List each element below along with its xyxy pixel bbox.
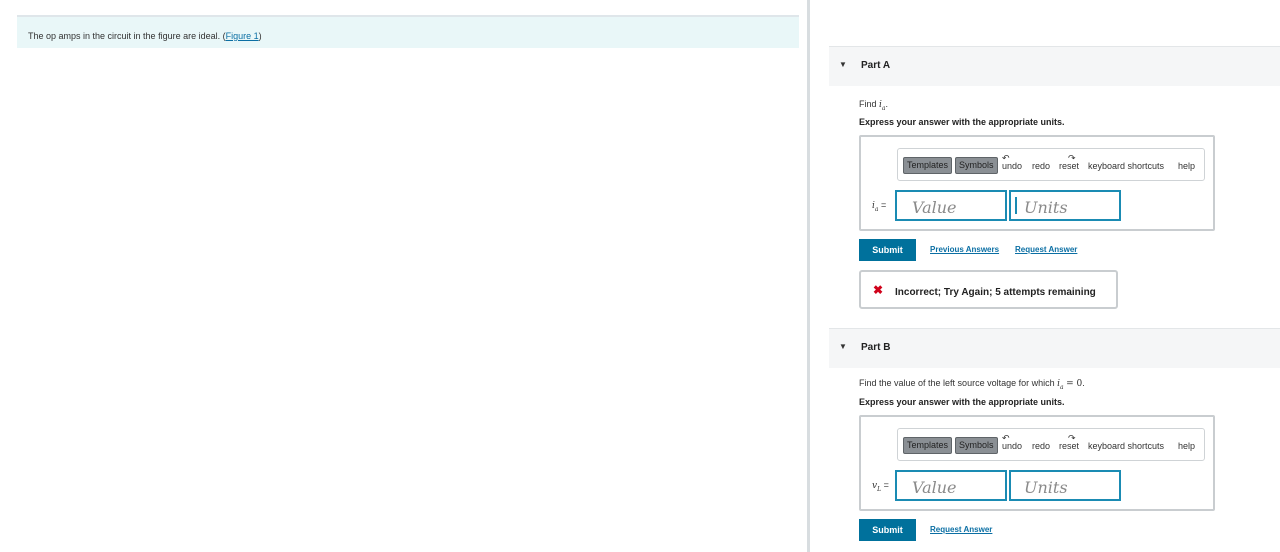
part-a-header[interactable]: ▼ Part A [829, 46, 1280, 86]
part-b-instruction: Express your answer with the appropriate… [859, 397, 1065, 407]
keyboard-shortcuts-button[interactable]: keyboard shortcuts [1088, 161, 1164, 171]
templates-button[interactable]: Templates [903, 437, 953, 454]
prompt-text: Find the value of the left source voltag… [859, 378, 1055, 388]
part-b-title: Part B [861, 342, 891, 353]
part-a-instruction: Express your answer with the appropriate… [859, 117, 1065, 127]
keyboard-shortcuts-button[interactable]: keyboard shortcuts [1088, 441, 1164, 451]
value-input[interactable] [895, 190, 1007, 221]
answer-variable-label: ia = [872, 200, 887, 213]
symbols-button[interactable]: Symbols [955, 437, 998, 454]
problem-intro: The op amps in the circuit in the figure… [17, 15, 799, 48]
value-input[interactable] [895, 470, 1007, 501]
part-b-prompt: Find the value of the left source voltag… [859, 378, 1085, 391]
collapse-caret-icon[interactable]: ▼ [839, 60, 847, 69]
prompt-text: Find [859, 99, 877, 109]
undo-button[interactable]: undo [1002, 161, 1022, 171]
intro-text-end: ) [258, 31, 262, 41]
part-b-answer-box: Templates Symbols ↶ undo redo ↷ reset ke… [859, 415, 1215, 511]
problem-pane: The op amps in the circuit in the figure… [0, 0, 807, 552]
part-b-request-answer-link[interactable]: Request Answer [930, 525, 992, 534]
redo-button[interactable]: redo [1032, 161, 1050, 171]
previous-answers-link[interactable]: Previous Answers [930, 245, 999, 254]
error-x-icon: ✖ [873, 283, 884, 297]
math-toolbar: Templates Symbols ↶ undo redo ↷ reset ke… [897, 148, 1205, 181]
part-a-prompt: Find ia. [859, 99, 889, 112]
part-a-request-answer-link[interactable]: Request Answer [1015, 245, 1077, 254]
help-button[interactable]: help [1178, 441, 1195, 451]
math-toolbar: Templates Symbols ↶ undo redo ↷ reset ke… [897, 428, 1205, 461]
reset-button[interactable]: reset [1059, 441, 1079, 451]
part-b-header[interactable]: ▼ Part B [829, 328, 1280, 368]
part-b-submit-button[interactable]: Submit [859, 519, 916, 541]
redo-button[interactable]: redo [1032, 441, 1050, 451]
part-a-answer-box: Templates Symbols ↶ undo redo ↷ reset ke… [859, 135, 1215, 231]
symbols-button[interactable]: Symbols [955, 157, 998, 174]
intro-text: The op amps in the circuit in the figure… [28, 31, 226, 41]
undo-button[interactable]: undo [1002, 441, 1022, 451]
pane-divider[interactable] [807, 0, 810, 552]
feedback-message: Incorrect; Try Again; 5 attempts remaini… [895, 287, 1096, 298]
figure-1-link[interactable]: Figure 1 [226, 31, 259, 41]
part-a-submit-button[interactable]: Submit [859, 239, 916, 261]
help-button[interactable]: help [1178, 161, 1195, 171]
incorrect-feedback: ✖ Incorrect; Try Again; 5 attempts remai… [859, 270, 1118, 309]
templates-button[interactable]: Templates [903, 157, 953, 174]
part-a-title: Part A [861, 60, 891, 71]
collapse-caret-icon[interactable]: ▼ [839, 342, 847, 351]
answer-variable-label: vL = [872, 480, 889, 493]
units-input[interactable] [1009, 470, 1121, 501]
text-cursor [1015, 197, 1017, 214]
prompt-variable: ia [1057, 379, 1064, 391]
reset-button[interactable]: reset [1059, 161, 1079, 171]
units-input[interactable] [1009, 190, 1121, 221]
